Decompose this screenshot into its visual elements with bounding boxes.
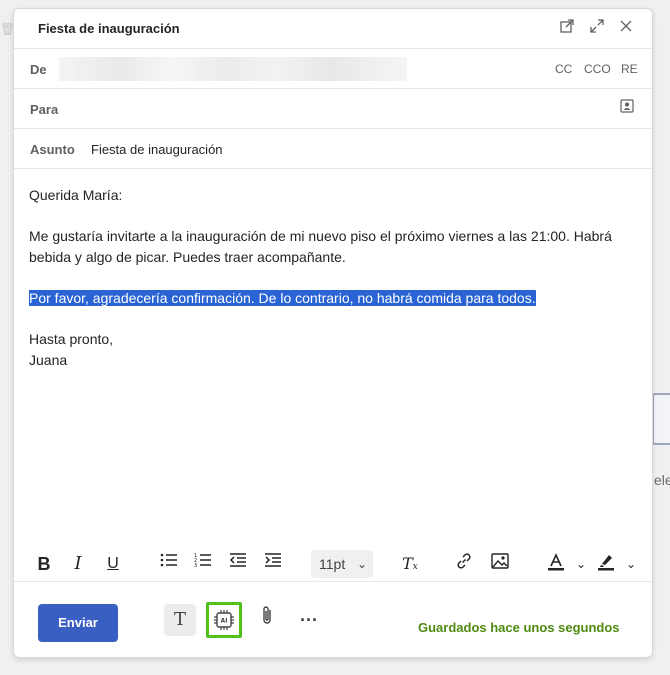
font-size-select[interactable]: 11pt ⌄ [311,550,373,578]
bullet-list-icon[interactable] [157,552,181,576]
highlight-icon[interactable] [594,552,618,576]
window-title: Fiesta de inauguración [38,21,180,36]
from-address-blurred[interactable] [59,57,407,81]
body-greeting: Querida María: [29,187,123,203]
re-button[interactable]: RE [621,62,638,76]
formatting-toolbar: B I U 123 11pt ⌄ Tx ⌄ ⌄ [14,546,652,582]
message-body[interactable]: Querida María: Me gustaría invitarte a l… [29,185,639,371]
bottom-bar: Enviar T AI ··· Guardados hace unos segu… [14,583,652,657]
highlight-chevron-icon[interactable]: ⌄ [619,552,643,576]
background-trash-icon: 🗑 [0,22,16,36]
background-partial-text: ele [654,472,670,488]
font-color-chevron-icon[interactable]: ⌄ [569,552,593,576]
subject-input[interactable]: Fiesta de inauguración [91,142,223,157]
bold-icon[interactable]: B [32,552,56,576]
cco-button[interactable]: CCO [584,62,611,76]
font-color-icon[interactable] [544,552,568,576]
expand-icon[interactable] [587,18,607,38]
numbered-list-icon[interactable]: 123 [191,552,215,576]
close-icon[interactable] [616,18,636,38]
cc-button[interactable]: CC [555,62,572,76]
link-icon[interactable] [452,552,476,576]
chevron-down-icon: ⌄ [356,557,367,571]
more-options-icon[interactable]: ··· [293,604,325,636]
svg-text:AI: AI [221,618,228,625]
contacts-icon[interactable] [617,99,637,119]
body-paragraph: Me gustaría invitarte a la inauguración … [29,228,612,265]
underline-icon[interactable]: U [101,552,125,576]
attach-icon[interactable] [251,604,283,636]
font-size-value: 11pt [319,556,346,572]
decrease-indent-icon[interactable] [226,552,250,576]
send-button[interactable]: Enviar [38,604,118,642]
save-status: Guardados hace unos segundos [418,620,620,635]
subject-row[interactable]: Asunto Fiesta de inauguración [14,129,652,169]
to-row[interactable]: Para [14,89,652,129]
background-folder-icon [652,393,670,445]
to-label: Para [30,102,59,117]
increase-indent-icon[interactable] [261,552,285,576]
body-highlighted-sentence: Por favor, agradecería confirmación. De … [29,290,536,306]
svg-text:3: 3 [194,563,197,568]
body-signature: Juana [29,352,68,368]
popout-icon[interactable] [557,18,577,38]
italic-icon[interactable]: I [66,552,90,576]
compose-window: Fiesta de inauguración De CC CCO RE Para… [13,8,653,658]
image-icon[interactable] [488,552,512,576]
from-label: De [30,62,47,77]
clear-formatting-icon[interactable]: Tx [398,552,422,576]
title-bar: Fiesta de inauguración [14,9,652,49]
text-format-icon[interactable]: T [164,604,196,636]
ai-chip-icon[interactable]: AI [206,602,242,638]
from-row: De CC CCO RE [14,49,652,89]
body-closing: Hasta pronto, [29,331,114,347]
subject-label: Asunto [30,142,75,157]
